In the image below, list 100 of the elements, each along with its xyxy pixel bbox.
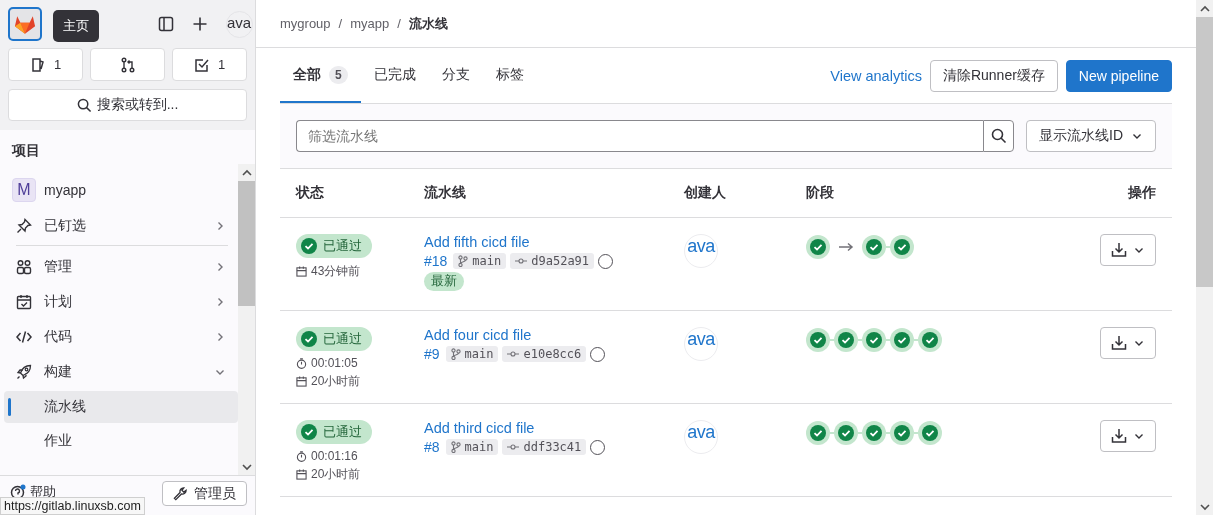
branch-icon [450,441,461,453]
time-ago-text: 20小时前 [296,466,361,483]
view-analytics-link[interactable]: View analytics [830,67,922,84]
page-scrollbar[interactable] [1196,0,1213,515]
calendar-icon [16,293,32,310]
scroll-up-icon[interactable] [241,168,252,177]
column-header: 操作 [1127,184,1156,202]
breadcrumb-separator: / [397,16,401,31]
pipeline-title-link[interactable]: Add four cicd file [424,327,532,343]
nav-item[interactable]: 管理 [4,249,238,284]
breadcrumb-link[interactable]: 流水线 [408,14,448,33]
status-badge[interactable]: 已通过 [296,234,372,258]
scroll-down-icon[interactable] [241,462,252,471]
download-artifacts-button[interactable] [1100,327,1156,359]
branch-chip[interactable]: main [453,253,507,269]
plus-icon[interactable] [192,16,208,32]
download-icon [1111,428,1127,444]
branch-chip[interactable]: main [445,439,499,455]
help-icon [10,484,26,500]
pipeline-id-link[interactable]: #8 [424,439,440,455]
display-dropdown[interactable]: 显示流水线ID [1026,120,1156,152]
duration-text: 00:01:05 [296,356,358,370]
users-icon [16,258,32,275]
tab[interactable]: 标签 [482,48,537,103]
home-tooltip: 主页 [53,10,99,42]
tab[interactable]: 分支 [428,48,483,103]
breadcrumb-link[interactable]: myapp [350,16,390,31]
commit-chip[interactable]: e10e8cc6 [502,346,587,362]
stage-status-icon[interactable] [806,421,830,445]
download-artifacts-button[interactable] [1100,420,1156,452]
breadcrumb-link[interactable]: mygroup [280,16,331,31]
counter-button[interactable]: 1 [8,48,83,81]
search-icon [990,128,1007,144]
search-button[interactable] [983,120,1014,152]
sidebar-scrollbar[interactable] [238,164,255,475]
counter-button[interactable] [90,48,165,81]
nav-item[interactable]: 计划 [4,284,238,319]
tab[interactable]: 已完成 [360,48,429,103]
nav-item[interactable]: 构建 [4,354,238,389]
rocket-icon [16,363,32,380]
stage-status-icon[interactable] [834,328,858,352]
pipeline-title-link[interactable]: Add fifth cicd file [424,234,530,250]
nav-subitem[interactable]: 作业 [4,425,238,457]
commit-chip[interactable]: ddf33c41 [502,439,587,455]
commit-icon [507,350,520,358]
download-icon [1111,335,1127,351]
project-link[interactable]: M myapp [4,172,238,208]
pipeline-id-link[interactable]: #18 [424,253,448,269]
scroll-up-icon[interactable] [1199,4,1210,13]
stage-status-icon[interactable] [862,328,886,352]
branch-icon [450,348,461,360]
nav-subitem[interactable]: 流水线 [4,391,238,423]
commit-chip[interactable]: d9a52a91 [510,253,595,269]
filter-field[interactable]: 筛选流水线 [296,120,983,152]
search-button[interactable]: 搜索或转到... [8,89,247,121]
status-badge[interactable]: 已通过 [296,327,372,351]
stage-status-icon[interactable] [890,421,914,445]
breadcrumb-separator: / [338,16,343,31]
nav-item[interactable]: 已钉选 [4,208,238,243]
stage-status-icon[interactable] [918,328,942,352]
sidebar-toggle-icon[interactable] [158,16,174,32]
wrench-icon [173,486,188,501]
admin-button[interactable]: 管理员 [162,481,247,506]
merge-request-icon [119,56,136,73]
branch-icon [458,255,469,267]
arrow-icon [838,242,854,252]
stage-status-icon[interactable] [918,421,942,445]
timer-icon [296,357,307,369]
stage-status-icon[interactable] [890,328,914,352]
check-circle-icon [301,424,317,440]
stage-status-icon[interactable] [862,421,886,445]
status-badge[interactable]: 已通过 [296,420,372,444]
new-pipeline-button[interactable]: New pipeline [1065,59,1172,92]
pin-icon [16,217,32,234]
check-circle-icon [301,238,317,254]
download-artifacts-button[interactable] [1100,234,1156,266]
clear-cache-button[interactable]: 清除Runner缓存 [929,59,1058,92]
pipeline-id-link[interactable]: #9 [424,346,440,362]
stage-status-icon[interactable] [806,328,830,352]
download-icon [1111,242,1127,258]
column-header: 阶段 [806,184,835,202]
search-icon [76,97,92,113]
link-url-tooltip: https://gitlab.linuxsb.com [0,497,145,515]
stage-status-icon[interactable] [806,235,830,259]
latest-badge: 最新 [424,272,464,291]
home-logo-button[interactable] [8,7,42,41]
time-ago-text: 43分钟前 [296,263,361,280]
pipeline-title-link[interactable]: Add third cicd file [424,420,535,436]
timer-icon [296,450,307,462]
stage-status-icon[interactable] [862,235,886,259]
counter-button[interactable]: 1 [172,48,247,81]
stage-status-icon[interactable] [890,235,914,259]
calendar-icon [296,376,307,387]
check-circle-icon [301,331,317,347]
nav-item[interactable]: 代码 [4,319,238,354]
stage-status-icon[interactable] [834,421,858,445]
branch-chip[interactable]: main [445,346,499,362]
column-header: 状态 [296,184,325,202]
column-header: 创建人 [683,184,727,202]
scroll-down-icon[interactable] [1199,502,1210,511]
